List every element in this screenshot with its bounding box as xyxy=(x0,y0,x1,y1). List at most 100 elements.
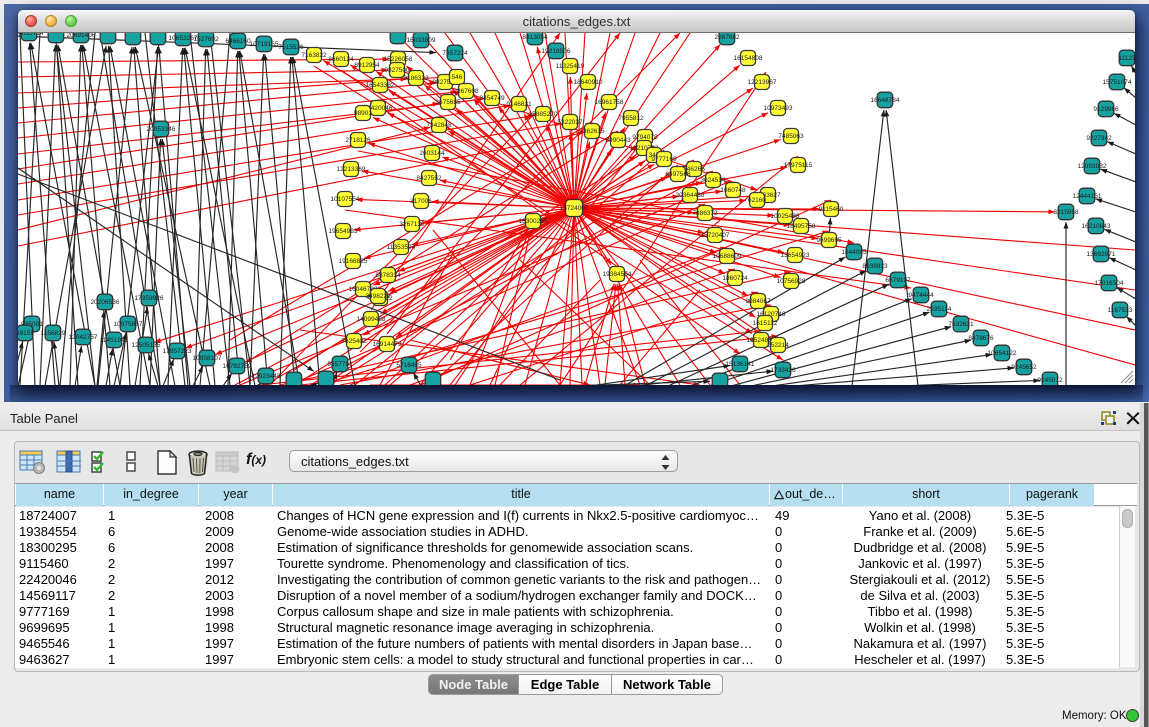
svg-text:16210643: 16210643 xyxy=(1082,223,1111,230)
svg-text:8878334: 8878334 xyxy=(375,272,401,279)
svg-text:20206536: 20206536 xyxy=(91,299,120,306)
svg-text:19218506: 19218506 xyxy=(542,48,571,55)
svg-text:12213369: 12213369 xyxy=(337,166,366,173)
svg-text:62160: 62160 xyxy=(748,197,766,204)
svg-text:16914479: 16914479 xyxy=(373,341,402,348)
svg-text:3267130: 3267130 xyxy=(399,221,425,228)
svg-text:6497568: 6497568 xyxy=(665,171,691,178)
svg-text:8912954: 8912954 xyxy=(354,62,380,69)
svg-text:9146821: 9146821 xyxy=(506,101,532,108)
svg-text:9245652: 9245652 xyxy=(1011,364,1037,371)
svg-text:18724007: 18724007 xyxy=(560,205,589,212)
svg-text:9245012: 9245012 xyxy=(1037,377,1063,384)
svg-text:1527602: 1527602 xyxy=(193,36,219,43)
svg-text:10973493: 10973493 xyxy=(764,105,793,112)
svg-text:8990443: 8990443 xyxy=(605,137,631,144)
svg-text:8813054: 8813054 xyxy=(522,34,548,41)
svg-text:9129966: 9129966 xyxy=(1093,106,1119,113)
svg-text:1060748: 1060748 xyxy=(720,187,746,194)
svg-text:5716485: 5716485 xyxy=(396,362,422,369)
svg-text:7625402: 7625402 xyxy=(341,338,367,345)
svg-text:6466160: 6466160 xyxy=(225,38,251,45)
svg-text:15720407: 15720407 xyxy=(701,232,730,239)
svg-text:12093832: 12093832 xyxy=(1078,163,1107,170)
svg-text:15885270: 15885270 xyxy=(529,111,558,118)
svg-text:17016504: 17016504 xyxy=(1095,280,1124,287)
svg-text:8186323: 8186323 xyxy=(403,75,429,82)
svg-text:7163822: 7163822 xyxy=(301,52,327,59)
svg-text:1860724: 1860724 xyxy=(722,275,748,282)
svg-text:9227342: 9227342 xyxy=(1086,135,1112,142)
svg-text:17957223: 17957223 xyxy=(163,348,192,355)
svg-text:12213967: 12213967 xyxy=(748,79,777,86)
svg-text:8454749: 8454749 xyxy=(479,95,505,102)
svg-text:11123: 11123 xyxy=(1118,55,1135,62)
svg-text:10688609: 10688609 xyxy=(713,253,742,260)
svg-text:12444151: 12444151 xyxy=(1073,193,1102,200)
svg-text:2867608: 2867608 xyxy=(453,88,479,95)
svg-text:546: 546 xyxy=(452,74,463,81)
svg-text:14055714: 14055714 xyxy=(18,33,44,37)
svg-text:9857791: 9857791 xyxy=(327,361,353,368)
svg-text:8478676: 8478676 xyxy=(968,335,994,342)
svg-text:3498222: 3498222 xyxy=(365,293,391,300)
svg-text:1156829: 1156829 xyxy=(41,330,66,337)
svg-text:2718126: 2718126 xyxy=(345,137,371,144)
svg-text:317006: 317006 xyxy=(410,198,432,205)
svg-text:20364436: 20364436 xyxy=(676,192,705,199)
svg-text:2087682: 2087682 xyxy=(714,34,740,41)
svg-text:252214: 252214 xyxy=(767,342,789,349)
svg-text:3215958: 3215958 xyxy=(1053,209,1079,216)
svg-text:16782759: 16782759 xyxy=(223,363,252,370)
svg-text:12923448: 12923448 xyxy=(252,373,281,380)
svg-text:1733426: 1733426 xyxy=(770,367,796,374)
svg-text:13692971: 13692971 xyxy=(1087,251,1116,258)
svg-text:12505135: 12505135 xyxy=(132,342,161,349)
svg-text:10654122: 10654122 xyxy=(988,350,1017,357)
svg-text:16543382: 16543382 xyxy=(366,82,395,89)
svg-text:10958107: 10958107 xyxy=(193,355,222,362)
svg-text:10107554: 10107554 xyxy=(331,196,360,203)
svg-text:10719155: 10719155 xyxy=(250,41,279,48)
svg-text:7357224: 7357224 xyxy=(442,50,468,57)
svg-text:11353594: 11353594 xyxy=(387,244,416,251)
svg-text:16033809: 16033809 xyxy=(407,37,436,44)
svg-text:39159: 39159 xyxy=(18,330,34,337)
svg-text:7485063: 7485063 xyxy=(778,133,804,140)
svg-text:14099488: 14099488 xyxy=(357,316,386,323)
svg-text:6679197: 6679197 xyxy=(885,277,911,284)
svg-text:1362615: 1362615 xyxy=(579,128,605,135)
svg-text:18495758: 18495758 xyxy=(787,223,816,230)
svg-text:11325419: 11325419 xyxy=(556,63,585,70)
svg-text:9699695: 9699695 xyxy=(816,237,842,244)
svg-text:17975115: 17975115 xyxy=(784,162,813,169)
svg-text:8938923: 8938923 xyxy=(862,263,888,270)
svg-text:16961758: 16961758 xyxy=(595,99,624,106)
svg-text:10756928: 10756928 xyxy=(777,278,806,285)
svg-text:7632621: 7632621 xyxy=(948,321,974,328)
svg-text:19654983: 19654983 xyxy=(329,228,358,235)
svg-text:19384554: 19384554 xyxy=(603,271,632,278)
svg-text:3624534: 3624534 xyxy=(700,177,726,184)
svg-text:10975867: 10975867 xyxy=(114,321,143,328)
svg-text:9084067: 9084067 xyxy=(745,298,771,305)
svg-text:1615112: 1615112 xyxy=(753,320,778,327)
svg-text:2935114: 2935114 xyxy=(927,306,952,313)
svg-text:2603144: 2603144 xyxy=(419,150,445,157)
svg-text:16648784: 16648784 xyxy=(871,97,900,104)
svg-text:20053346: 20053346 xyxy=(147,126,176,133)
svg-text:17359926: 17359926 xyxy=(135,295,164,302)
svg-text:7515526: 7515526 xyxy=(278,44,304,51)
svg-text:98901: 98901 xyxy=(354,110,372,117)
svg-text:18640910: 18640910 xyxy=(574,79,603,86)
svg-text:15751074: 15751074 xyxy=(1103,79,1132,86)
svg-text:9474444: 9474444 xyxy=(908,292,934,299)
svg-text:13654923: 13654923 xyxy=(781,252,810,259)
svg-text:7342848: 7342848 xyxy=(426,122,452,129)
svg-text:8660124: 8660124 xyxy=(328,56,354,63)
svg-text:9777169: 9777169 xyxy=(651,156,677,163)
svg-text:7986372: 7986372 xyxy=(692,210,718,217)
svg-text:9115460: 9115460 xyxy=(819,206,844,213)
svg-text:19166825: 19166825 xyxy=(339,258,368,265)
svg-text:1644095: 1644095 xyxy=(841,249,867,256)
